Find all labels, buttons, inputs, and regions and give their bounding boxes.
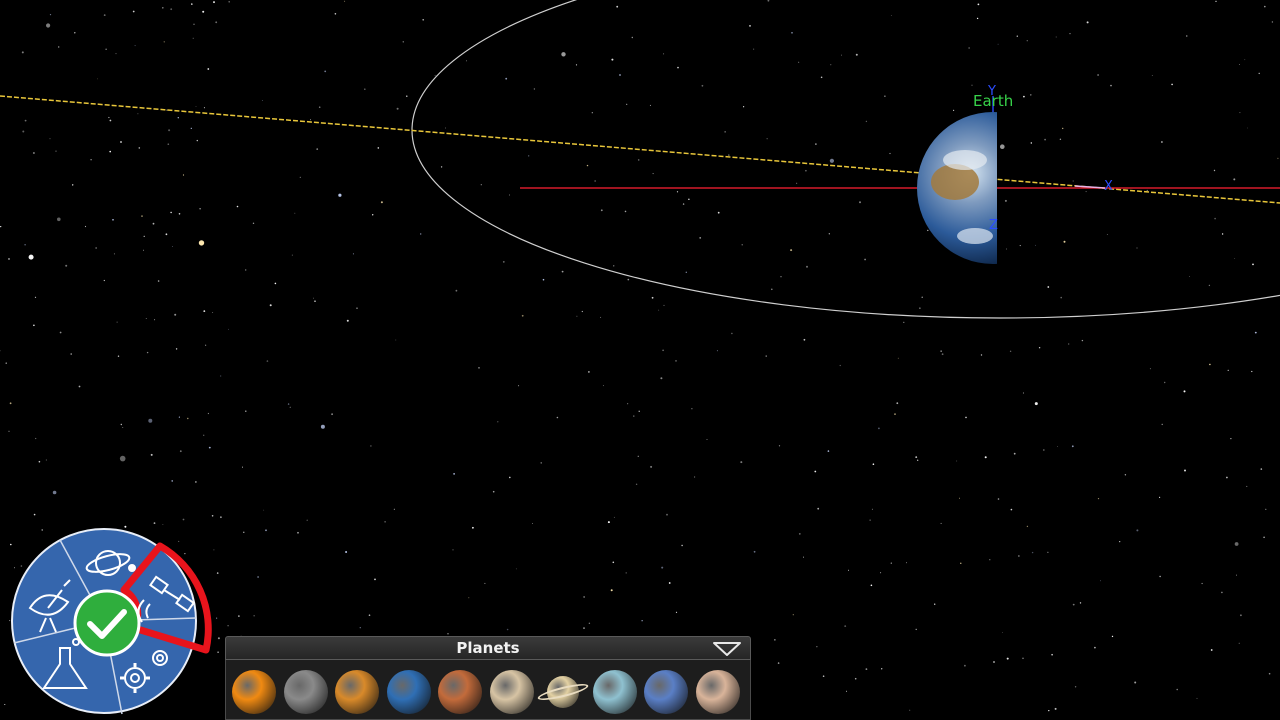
planet-thumb-mercury[interactable] xyxy=(283,670,328,714)
radial-menu xyxy=(11,528,212,715)
x-axis-label: X xyxy=(1104,179,1113,194)
planet-thumb-venus[interactable] xyxy=(335,670,379,714)
panel-title: Planets xyxy=(456,639,520,657)
z-axis-label: Z xyxy=(989,218,998,233)
saturn-ring xyxy=(536,680,590,704)
collapse-chevron-icon[interactable] xyxy=(712,640,742,658)
planet-thumb-earth[interactable] xyxy=(386,670,431,714)
planets-panel xyxy=(225,660,751,720)
planet-thumb-jupiter[interactable] xyxy=(489,670,534,714)
confirm-check-icon[interactable] xyxy=(73,589,141,657)
planets-panel-header: Planets xyxy=(225,636,751,660)
planet-thumb-uranus[interactable] xyxy=(592,670,637,714)
planet-thumb-sun[interactable] xyxy=(232,670,276,714)
planet-thumb-neptune[interactable] xyxy=(644,670,688,714)
planet-thumb-mars[interactable] xyxy=(438,670,482,714)
y-axis-label: Y xyxy=(988,84,996,99)
planet-thumb-saturn[interactable] xyxy=(536,676,590,708)
planet-thumb-pluto[interactable] xyxy=(695,670,740,714)
earth-orbit xyxy=(411,0,1280,319)
